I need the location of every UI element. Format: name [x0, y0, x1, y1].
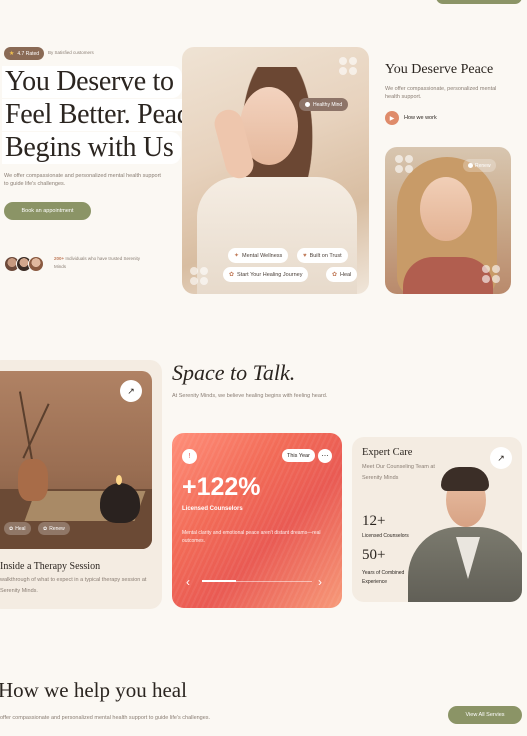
renew-label: Renew — [475, 162, 491, 169]
hero-description: We offer compassionate and personalized … — [4, 173, 161, 187]
heal-description: offer compassionate and personalized men… — [0, 715, 211, 721]
dots-icon — [339, 57, 357, 75]
how-we-work-label: How we work — [404, 115, 437, 121]
stat-card: ! This Year ⋯ +122% Licensed Counselors … — [172, 433, 342, 608]
avatar-group — [4, 256, 44, 272]
trust-label: Individuals who have trusted Serenity Mi… — [54, 256, 140, 269]
heal-title: How we help you heal — [0, 678, 187, 702]
therapy-title: Inside a Therapy Session — [0, 561, 101, 572]
girl-image: Renew — [385, 147, 511, 294]
therapy-image: ↗ ✿ Heal ✿ Renew — [0, 371, 152, 549]
arrow-up-right-icon[interactable]: ↗ — [120, 380, 142, 402]
girl-photo-shirt — [403, 257, 493, 294]
dot-icon — [468, 163, 473, 168]
section-title: Space to Talk. — [172, 360, 296, 385]
star-icon: ★ — [9, 51, 15, 57]
hero-title-line-1: You Deserve to — [2, 66, 182, 98]
top-button[interactable] — [436, 0, 522, 4]
renew-tag: ✿ Renew — [38, 522, 70, 535]
stat-description: Mental clarity and emotional peace aren'… — [182, 530, 321, 544]
chip-label: Built on Trust — [309, 252, 342, 259]
aside-description: We offer compassionate, personalized men… — [385, 86, 497, 100]
flower-icon: ✿ — [43, 525, 48, 532]
counselors-count: 12+ — [362, 513, 386, 529]
dot-icon — [305, 102, 310, 107]
stat-label: Licensed Counselors — [182, 506, 243, 512]
trust-count: 200+ — [54, 256, 65, 261]
healthy-mind-label: Healthy Mind — [313, 101, 343, 108]
rating-badge: ★ 4.7 Rated — [4, 47, 45, 60]
dots-icon — [190, 267, 208, 285]
counselors-label: Licensed Counselors — [362, 533, 409, 539]
therapy-description: walkthrough of what to expect in a typic… — [0, 577, 147, 594]
section-description: At Serenity Minds, we believe healing be… — [172, 393, 328, 399]
chip-label: Mental Wellness — [242, 252, 283, 259]
expert-title: Expert Care — [362, 447, 413, 458]
heal-tag: ✿ Heal — [4, 522, 31, 535]
experience-years: 50+ — [362, 547, 386, 563]
experience-label: Years of Combined Experience — [362, 570, 405, 585]
play-icon: ▶ — [385, 111, 399, 125]
hero-image: Healthy Mind ✦ Mental Wellness ♥ Built o… — [182, 47, 369, 294]
chip-start-healing[interactable]: ✿ Start Your Healing Journey — [223, 267, 309, 282]
chip-heal[interactable]: ✿ Heal — [326, 267, 358, 282]
info-icon: ! — [182, 449, 197, 464]
chevron-right-icon[interactable]: › — [318, 575, 322, 589]
therapy-photo-flame — [116, 475, 122, 485]
renew-badge: Renew — [463, 159, 496, 172]
more-icon[interactable]: ⋯ — [318, 449, 332, 463]
renew-tag-label: Renew — [49, 525, 65, 532]
book-appointment-button[interactable]: Book an appointment — [4, 202, 91, 220]
heal-tag-label: Heal — [15, 525, 26, 532]
dots-icon — [395, 155, 413, 173]
hero-title-line-2: Feel Better. Peace — [2, 99, 209, 131]
leaf-icon: ✿ — [229, 272, 235, 278]
chip-label: Start Your Healing Journey — [237, 271, 303, 278]
trust-text: 200+ Individuals who have trusted Sereni… — [54, 255, 144, 271]
rating-label: 4.7 Rated — [17, 50, 40, 57]
view-all-services-button[interactable]: View All Servies — [448, 706, 522, 724]
rating-subtext: By Satisfied customers — [48, 50, 94, 55]
how-we-work-link[interactable]: ▶ How we work — [385, 111, 437, 125]
chip-built-on-trust[interactable]: ♥ Built on Trust — [297, 248, 348, 263]
therapy-photo-vase — [18, 459, 48, 501]
chip-mental-wellness[interactable]: ✦ Mental Wellness — [228, 248, 289, 263]
carousel-progress — [202, 580, 236, 582]
chip-label: Heal — [340, 271, 352, 278]
expert-description: Meet Our Counseling Team at Serenity Min… — [362, 464, 435, 481]
stat-value: +122% — [182, 473, 261, 501]
therapy-photo-candle — [100, 483, 140, 523]
expert-card[interactable]: Expert Care Meet Our Counseling Team at … — [352, 437, 522, 602]
hero-title-line-3: Begins with Us — [2, 132, 182, 164]
heart-icon: ♥ — [303, 252, 307, 259]
period-select[interactable]: This Year — [282, 449, 315, 462]
chevron-left-icon[interactable]: ‹ — [186, 575, 190, 589]
flower-icon: ✿ — [332, 272, 338, 278]
avatar — [28, 256, 44, 272]
girl-photo-face — [420, 177, 472, 241]
sparkle-icon: ✦ — [234, 253, 240, 259]
arrow-up-right-icon[interactable]: ↗ — [490, 447, 512, 469]
dots-icon — [482, 265, 500, 283]
healthy-mind-badge: Healthy Mind — [299, 98, 349, 111]
flower-icon: ✿ — [9, 525, 14, 532]
aside-title: You Deserve Peace — [385, 62, 494, 77]
